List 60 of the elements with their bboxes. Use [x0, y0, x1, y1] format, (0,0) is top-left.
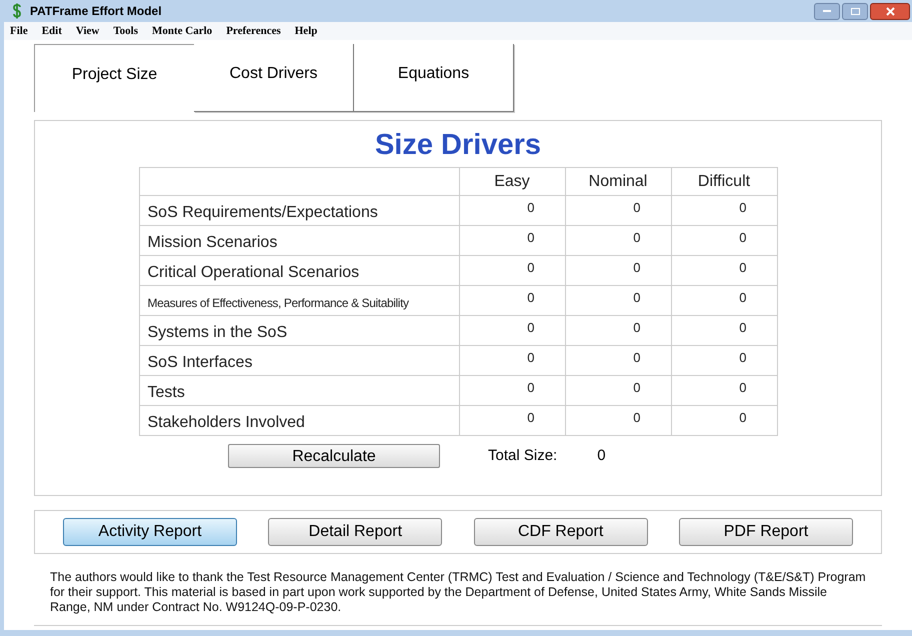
row-label: Mission Scenarios	[139, 226, 459, 256]
menu-item[interactable]: Edit	[42, 22, 62, 40]
row-label: Measures of Effectiveness, Performance & Suitability	[139, 286, 459, 316]
row-label: Systems in the SoS	[139, 316, 459, 346]
column-header: Nominal	[565, 168, 671, 196]
row-label: Tests	[139, 376, 459, 406]
value-cell[interactable]: 0	[565, 256, 671, 286]
value-cell[interactable]: 0	[671, 286, 777, 316]
total-size-label: Total Size:	[488, 446, 558, 466]
maximize-button[interactable]	[842, 2, 868, 20]
menu-item[interactable]: Help	[294, 22, 318, 40]
minimize-button[interactable]	[814, 2, 840, 20]
dollar-icon	[12, 3, 22, 19]
value-cell[interactable]: 0	[459, 376, 565, 406]
value-cell[interactable]: 0	[459, 196, 565, 226]
report-button[interactable]: Activity Report	[63, 518, 237, 546]
value-cell[interactable]: 0	[459, 316, 565, 346]
menu-item[interactable]: View	[76, 22, 100, 40]
row-label: Critical Operational Scenarios	[139, 256, 459, 286]
column-header: Easy	[459, 168, 565, 196]
value-cell[interactable]: 0	[671, 406, 777, 436]
value-cell[interactable]: 0	[459, 346, 565, 376]
total-size-value: 0	[597, 446, 606, 466]
value-cell[interactable]: 0	[459, 256, 565, 286]
report-button[interactable]: CDF Report	[474, 518, 648, 546]
value-cell[interactable]: 0	[565, 226, 671, 256]
value-cell[interactable]: 0	[565, 316, 671, 346]
report-button[interactable]: PDF Report	[678, 518, 853, 546]
value-cell[interactable]: 0	[671, 316, 777, 346]
column-header: Difficult	[671, 168, 777, 196]
value-cell[interactable]: 0	[459, 286, 565, 316]
row-label: SoS Interfaces	[139, 346, 459, 376]
value-cell[interactable]: 0	[565, 406, 671, 436]
value-cell[interactable]: 0	[671, 256, 777, 286]
report-button[interactable]: Detail Report	[268, 518, 442, 546]
menu-item[interactable]: Preferences	[226, 22, 281, 40]
menu-item[interactable]: Monte Carlo	[152, 22, 212, 40]
value-cell[interactable]: 0	[565, 196, 671, 226]
value-cell[interactable]: 0	[671, 196, 777, 226]
value-cell[interactable]: 0	[565, 286, 671, 316]
tab[interactable]: Equations	[354, 44, 514, 112]
value-cell[interactable]: 0	[565, 376, 671, 406]
row-label: Stakeholders Involved	[139, 406, 459, 436]
value-cell[interactable]: 0	[671, 346, 777, 376]
menu-item[interactable]: Tools	[113, 22, 138, 40]
value-cell[interactable]: 0	[459, 226, 565, 256]
menu-item[interactable]: File	[10, 22, 28, 40]
value-cell[interactable]: 0	[565, 346, 671, 376]
value-cell[interactable]: 0	[671, 226, 777, 256]
row-label: SoS Requirements/Expectations	[139, 196, 459, 226]
panel-title: Size Drivers	[374, 128, 542, 163]
tab[interactable]: Cost Drivers	[194, 44, 354, 112]
close-button[interactable]	[870, 2, 910, 20]
close-icon	[886, 6, 894, 16]
value-cell[interactable]: 0	[671, 376, 777, 406]
recalculate-button[interactable]: Recalculate	[228, 444, 440, 468]
value-cell[interactable]: 0	[459, 406, 565, 436]
window-title: PATFrame Effort Model	[30, 3, 162, 20]
tab[interactable]: Project Size	[34, 44, 194, 112]
acknowledgement-text: The authors would like to thank the Test Resource Management Center (TRMC) Test and Evaluation / Science and Technology (T&E/S&T) Program for their support. This material is based in part upon work supported by the Department of Defense, United States Army, White Sands Missile Range, NM under Contract No. W9124Q-09-P-0230.	[50, 570, 866, 615]
